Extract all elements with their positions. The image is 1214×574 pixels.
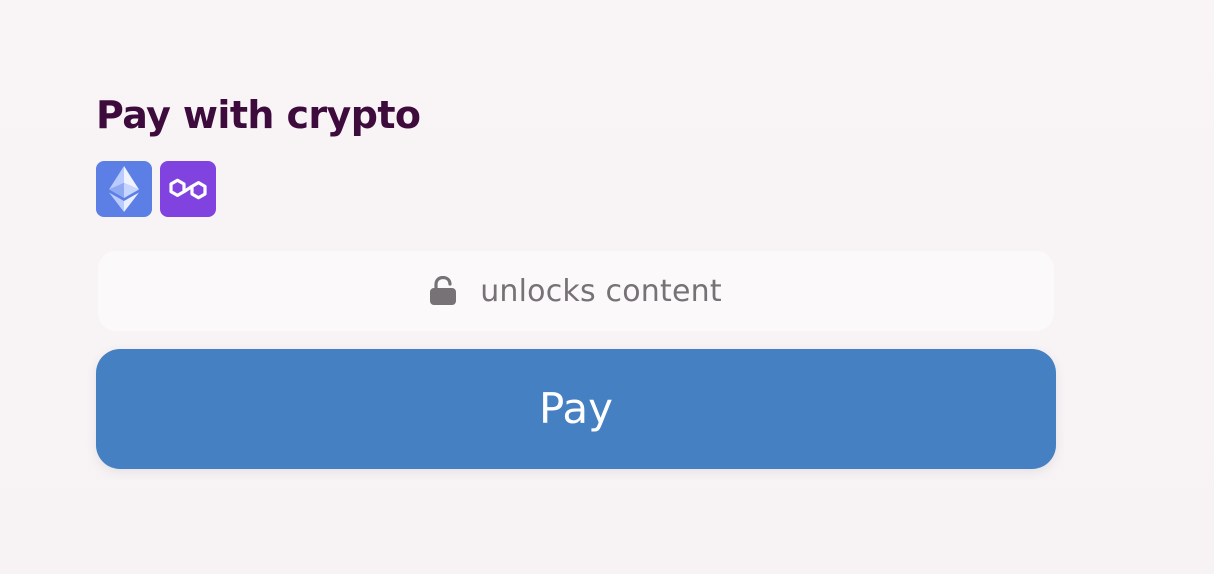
polygon-icon [160, 161, 216, 217]
unlock-label: unlocks content [480, 273, 722, 309]
crypto-payment-widget: Pay with crypto unlocks content Pay [96, 90, 1056, 469]
pay-button[interactable]: Pay [96, 349, 1056, 469]
supported-chains [96, 161, 1056, 217]
page: Pay with crypto unlocks content Pay [0, 0, 1214, 574]
unlock-info-bar: unlocks content [98, 251, 1054, 331]
payment-title: Pay with crypto [96, 93, 421, 137]
ethereum-icon [96, 161, 152, 217]
unlock-icon [430, 276, 457, 306]
